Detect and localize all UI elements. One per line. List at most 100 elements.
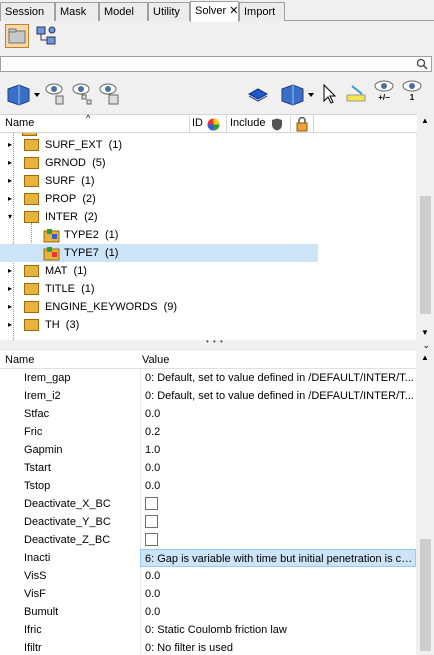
scrollbar-thumb[interactable]	[420, 539, 431, 651]
tab-model[interactable]: Model	[99, 2, 148, 21]
property-value[interactable]: 1.0	[140, 441, 416, 459]
expand-icon[interactable]: ▸	[8, 285, 14, 293]
property-row-deactivate-z-bc[interactable]: Deactivate_Z_BC	[0, 531, 416, 549]
eye-plus-minus-button[interactable]: +/−	[372, 79, 396, 105]
property-scrollbar[interactable]: ▲	[417, 351, 434, 655]
search-icon[interactable]	[416, 58, 428, 70]
eye-one-button[interactable]: 1	[400, 79, 424, 105]
show-eye-group-button[interactable]	[99, 81, 121, 107]
color-wheel-icon[interactable]	[207, 118, 220, 131]
expand-icon[interactable]: ▸	[8, 159, 14, 167]
column-divider[interactable]	[290, 115, 291, 133]
column-divider[interactable]	[226, 115, 227, 133]
scroll-up-icon[interactable]: ▲	[421, 116, 429, 125]
expand-icon[interactable]: ▸	[8, 177, 14, 185]
property-row-deactivate-y-bc[interactable]: Deactivate_Y_BC	[0, 513, 416, 531]
tree-scrollbar[interactable]: ▲ ▼	[417, 114, 434, 340]
column-divider[interactable]	[189, 115, 190, 133]
property-value[interactable]: 0.0	[140, 567, 416, 585]
property-row-bumult[interactable]: Bumult 0.0	[0, 603, 416, 621]
name-column-header[interactable]: Name	[5, 117, 34, 129]
hierarchy-view-button[interactable]	[34, 24, 58, 48]
property-row-inacti[interactable]: Inacti 6: Gap is variable with time but i…	[0, 549, 416, 567]
tree-item-grnod[interactable]: ▸ GRNOD (5)	[0, 154, 318, 172]
tab-utility[interactable]: Utility	[148, 2, 190, 21]
tab-label: Import	[244, 6, 276, 18]
expand-icon[interactable]: ▸	[8, 321, 14, 329]
property-row-irem-i2[interactable]: Irem_i2 0: Default, set to value defined …	[0, 387, 416, 405]
property-value[interactable]: 0: Static Coulomb friction law	[140, 621, 416, 639]
property-row-fric[interactable]: Fric 0.2	[0, 423, 416, 441]
value-column-header[interactable]: Value	[142, 354, 169, 366]
expand-icon[interactable]: ▸	[8, 303, 14, 311]
tab-label: Session	[5, 6, 45, 18]
property-row-stfac[interactable]: Stfac 0.0	[0, 405, 416, 423]
property-name: Irem_gap	[24, 372, 71, 384]
property-row-visf[interactable]: VisF 0.0	[0, 585, 416, 603]
tab-mask[interactable]: Mask	[55, 2, 99, 21]
property-row-ifric[interactable]: Ifric 0: Static Coulomb friction law	[0, 621, 416, 639]
tree-item-surf[interactable]: ▸ SURF (1)	[0, 172, 318, 190]
tab-session[interactable]: Session	[0, 2, 55, 21]
entity-cube-icon	[281, 84, 314, 106]
property-row-deactivate-x-bc[interactable]: Deactivate_X_BC	[0, 495, 416, 513]
collapse-icon[interactable]: ▾	[8, 213, 14, 221]
panel-splitter[interactable]: • • • ⌄	[0, 337, 434, 351]
expand-icon[interactable]: ▸	[8, 195, 14, 203]
property-row-gapmin[interactable]: Gapmin 1.0	[0, 441, 416, 459]
splitter-grip-icon[interactable]: • • •	[206, 337, 224, 346]
property-value[interactable]: 0.0	[140, 459, 416, 477]
scroll-up-icon[interactable]: ▲	[421, 353, 429, 362]
tree-item-th[interactable]: ▸ TH (3)	[0, 316, 318, 334]
lock-icon[interactable]	[296, 117, 308, 132]
property-value[interactable]: 0: Default, set to value defined in /DEF…	[140, 387, 416, 405]
property-row-viss[interactable]: VisS 0.0	[0, 567, 416, 585]
entity-filter-dropdown[interactable]	[279, 81, 315, 107]
tab-solver[interactable]: Solver ✕	[190, 1, 239, 22]
double-chevron-down-icon[interactable]: ⌄	[422, 340, 430, 351]
deactivate-z-checkbox[interactable]	[145, 532, 158, 546]
property-row-tstop[interactable]: Tstop 0.0	[0, 477, 416, 495]
property-value[interactable]: 0.0	[140, 405, 416, 423]
property-value[interactable]: 0.2	[140, 423, 416, 441]
search-input[interactable]	[0, 56, 432, 72]
tree-item-type2[interactable]: TYPE2 (1)	[0, 226, 318, 244]
layer-button[interactable]	[247, 81, 269, 107]
property-row-tstart[interactable]: Tstart 0.0	[0, 459, 416, 477]
deactivate-x-checkbox[interactable]	[145, 496, 158, 510]
highlight-button[interactable]	[344, 81, 368, 107]
property-value[interactable]: 0: No filter is used	[140, 639, 416, 655]
scrollbar-thumb[interactable]	[420, 196, 431, 314]
entity-type-dropdown[interactable]	[5, 81, 41, 107]
include-column-header[interactable]: Include	[230, 117, 265, 129]
id-column-header[interactable]: ID	[192, 117, 203, 129]
tree-item-engine-keywords[interactable]: ▸ ENGINE_KEYWORDS (9)	[0, 298, 318, 316]
show-eye-tree-button[interactable]	[72, 81, 94, 107]
property-value[interactable]: 0: Default, set to value defined in /DEF…	[140, 369, 416, 387]
property-value[interactable]: 0.0	[140, 603, 416, 621]
tree-item-prop[interactable]: ▸ PROP (2)	[0, 190, 318, 208]
close-icon[interactable]: ✕	[229, 5, 238, 17]
tree-item-mat[interactable]: ▸ MAT (1)	[0, 262, 318, 280]
property-value[interactable]: 0.0	[140, 585, 416, 603]
folder-view-button[interactable]	[5, 24, 29, 48]
tree-item-type7[interactable]: TYPE7 (1)	[0, 244, 318, 262]
scroll-down-icon[interactable]: ▼	[421, 328, 429, 337]
property-row-ifiltr[interactable]: Ifiltr 0: No filter is used	[0, 639, 416, 655]
tree-item-inter[interactable]: ▾ INTER (2)	[0, 208, 318, 226]
property-value[interactable]: 0.0	[140, 477, 416, 495]
show-eye-button[interactable]	[45, 81, 67, 107]
property-value[interactable]: 6: Gap is variable with time but initial…	[140, 549, 416, 567]
property-name: Tstop	[24, 480, 51, 492]
expand-icon[interactable]: ▸	[8, 141, 14, 149]
tree-item-surf-ext[interactable]: ▸ SURF_EXT (1)	[0, 136, 318, 154]
shield-icon[interactable]	[271, 118, 283, 131]
expand-icon[interactable]: ▸	[8, 267, 14, 275]
name-column-header[interactable]: Name	[5, 354, 34, 366]
select-arrow-button[interactable]	[320, 81, 338, 107]
tab-import[interactable]: Import	[239, 2, 285, 21]
deactivate-y-checkbox[interactable]	[145, 514, 158, 528]
column-divider[interactable]	[313, 115, 314, 133]
tree-item-title[interactable]: ▸ TITLE (1)	[0, 280, 318, 298]
property-row-irem-gap[interactable]: Irem_gap 0: Default, set to value defined…	[0, 369, 416, 387]
